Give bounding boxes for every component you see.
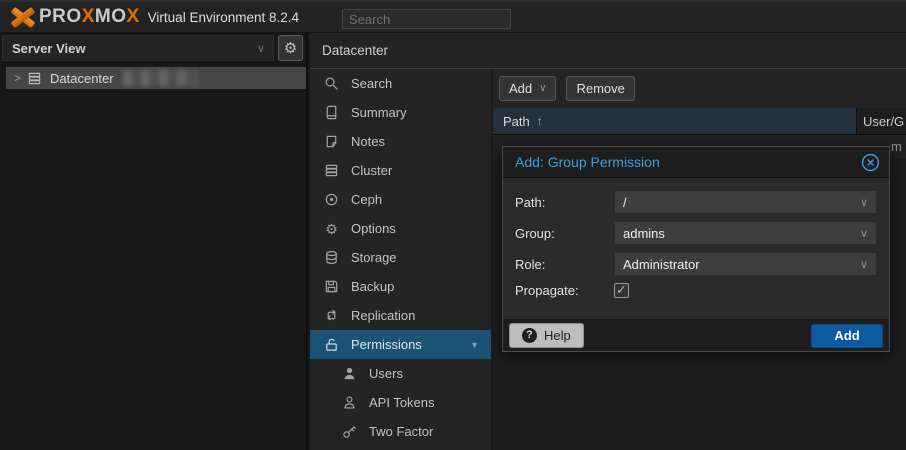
menu-item-ceph[interactable]: Ceph [310, 185, 491, 214]
proxmox-logo: PRO X MO X [10, 6, 140, 28]
dialog-title: Add: Group Permission [515, 154, 861, 170]
permissions-toolbar: Add Remove [493, 69, 906, 108]
dialog-title-bar[interactable]: Add: Group Permission [503, 147, 889, 178]
chevron-down-icon [249, 42, 273, 55]
logo-text: MO [95, 6, 127, 28]
menu-item-options[interactable]: Options [310, 214, 491, 243]
servers-icon [324, 163, 339, 178]
user-outline-icon [342, 395, 357, 410]
help-button[interactable]: Help [509, 323, 584, 348]
logo-text: X [82, 6, 95, 28]
add-dropdown-button[interactable]: Add [499, 76, 556, 101]
group-combobox[interactable]: admins [614, 221, 877, 245]
gear-icon [284, 41, 297, 56]
role-combobox[interactable]: Administrator [614, 252, 877, 276]
column-header-path[interactable]: Path [493, 108, 857, 134]
product-version-label: Virtual Environment 8.2.4 [148, 10, 299, 25]
view-selector-label: Server View [3, 41, 249, 56]
menu-item-backup[interactable]: Backup [310, 272, 491, 301]
path-combobox[interactable]: / [614, 190, 877, 214]
chevron-down-icon [852, 196, 876, 209]
proxmox-logo-icon [10, 7, 36, 27]
chevron-down-icon [532, 83, 546, 94]
question-circle-icon [522, 328, 537, 343]
note-icon [324, 134, 339, 149]
gear-icon [324, 222, 339, 236]
form-row-propagate: Propagate: [515, 283, 877, 298]
key-icon [342, 424, 357, 439]
close-icon[interactable] [861, 153, 880, 172]
content-header: Datacenter [310, 33, 906, 69]
book-icon [324, 105, 339, 120]
menu-item-summary[interactable]: Summary [310, 98, 491, 127]
form-row-path: Path: / [515, 190, 877, 214]
logo-text: X [126, 6, 139, 28]
floppy-icon [324, 279, 339, 294]
dialog-footer: Help Add [503, 319, 889, 351]
dialog-add-button[interactable]: Add [811, 324, 883, 348]
tree-item-datacenter[interactable]: Datacenter [6, 67, 306, 89]
datacenter-menu: Search Summary Notes Cluster Ceph Option… [310, 69, 491, 450]
add-group-permission-dialog: Add: Group Permission Path: / Group: adm… [502, 146, 890, 352]
redacted-hostname [123, 70, 197, 86]
datacenter-server-icon [27, 71, 42, 86]
menu-item-two-factor[interactable]: Two Factor [310, 417, 491, 446]
database-icon [324, 250, 339, 265]
remove-button[interactable]: Remove [566, 76, 634, 101]
menu-item-replication[interactable]: Replication [310, 301, 491, 330]
chevron-down-icon [852, 258, 876, 271]
menu-item-search[interactable]: Search [310, 69, 491, 98]
app-header: PRO X MO X Virtual Environment 8.2.4 [0, 0, 906, 33]
view-selector-dropdown[interactable]: Server View [2, 35, 274, 61]
view-selector-bar: Server View [0, 33, 306, 63]
permissions-grid-header: Path User/G [493, 108, 906, 135]
propagate-checkbox[interactable] [614, 283, 629, 298]
menu-item-permissions[interactable]: Permissions [310, 330, 491, 359]
expanded-caret-icon [470, 340, 491, 350]
menu-item-notes[interactable]: Notes [310, 127, 491, 156]
column-header-user-group[interactable]: User/G [857, 108, 906, 134]
sync-icon [324, 308, 339, 323]
form-row-group: Group: admins [515, 221, 877, 245]
logo-text: PRO [39, 6, 82, 28]
menu-item-cluster[interactable]: Cluster [310, 156, 491, 185]
form-row-role: Role: Administrator [515, 252, 877, 276]
page-title: Datacenter [310, 43, 388, 58]
menu-item-users[interactable]: Users [310, 359, 491, 388]
search-icon [324, 76, 339, 91]
tree-settings-button[interactable] [278, 35, 303, 61]
unlock-icon [324, 337, 339, 352]
sort-ascending-icon [537, 114, 543, 128]
tree-item-label: Datacenter [50, 71, 114, 86]
chevron-down-icon [852, 227, 876, 240]
dialog-body: Path: / Group: admins Role: Administrato… [503, 178, 889, 319]
resource-tree-sidebar: Server View Datacenter [0, 33, 308, 450]
user-icon [342, 366, 357, 381]
expander-chevron-icon[interactable] [6, 71, 27, 85]
menu-item-api-tokens[interactable]: API Tokens [310, 388, 491, 417]
ceph-icon [324, 192, 339, 207]
search-input[interactable] [342, 9, 511, 29]
menu-item-storage[interactable]: Storage [310, 243, 491, 272]
